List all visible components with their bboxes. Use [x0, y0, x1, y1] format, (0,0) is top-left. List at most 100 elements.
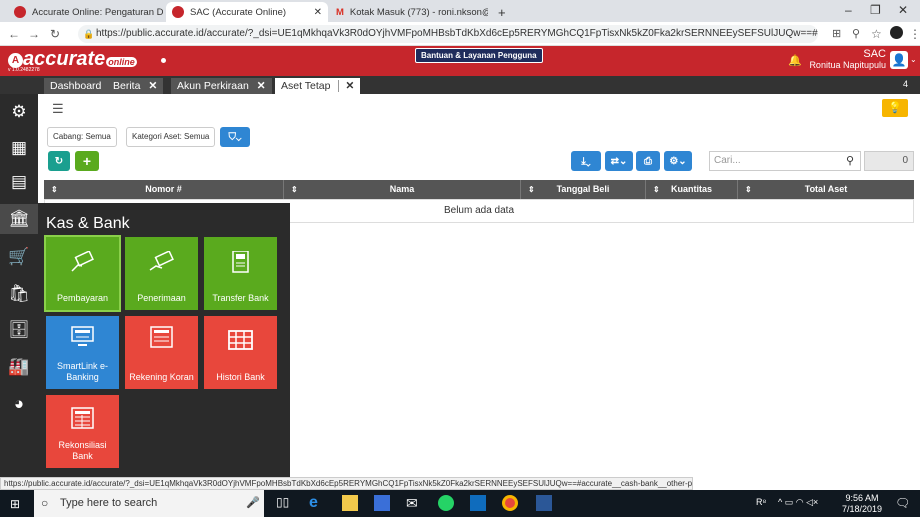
app-header: Aaccurate online v 1.0.2482278 Bantuan & … — [0, 46, 920, 76]
tab-count[interactable]: 4 — [903, 79, 908, 89]
sort-icon: ⇕ — [291, 185, 298, 194]
search-input[interactable]: Cari... — [709, 151, 861, 171]
tab-dashboard[interactable]: Dashboard — [44, 78, 108, 94]
bell-icon[interactable]: 🔔 — [788, 54, 802, 67]
list-view-icon[interactable]: ☰ — [52, 101, 64, 117]
chrome-icon[interactable] — [502, 495, 518, 511]
close-icon[interactable]: ✕ — [257, 80, 266, 92]
menu-item-penerimaan[interactable]: Penerimaan — [125, 237, 198, 310]
filter-button[interactable]: ⛉⌄ — [220, 127, 250, 147]
gear-icon: ⚙⌄ — [669, 155, 687, 167]
sort-icon: ⇕ — [653, 185, 660, 194]
reconcile-icon — [71, 407, 94, 429]
close-icon[interactable]: ✕ — [148, 80, 157, 92]
print-button[interactable]: ⎙ — [636, 151, 660, 171]
microphone-icon[interactable]: 🎤 — [246, 490, 260, 517]
bookmark-star-icon[interactable]: ☆ — [871, 27, 882, 41]
user-name: Ronitua Napitupulu — [809, 60, 886, 70]
restore-icon[interactable]: ❐ — [870, 3, 881, 17]
column-nama[interactable]: ⇕ Nama — [284, 180, 521, 199]
shopping-cart-icon[interactable]: 🛒 — [8, 247, 29, 267]
menu-item-rekening-koran[interactable]: Rekening Koran — [125, 316, 198, 389]
store-icon[interactable] — [374, 495, 390, 511]
chevron-down-icon[interactable]: ⌄ — [910, 55, 917, 64]
receipt-hand-icon — [149, 251, 174, 271]
search-icon[interactable]: ⚲ — [846, 154, 854, 167]
lightbulb-button[interactable]: 💡 — [882, 99, 908, 117]
inventory-cabinet-icon[interactable]: 🗄 — [8, 320, 30, 340]
statement-icon — [150, 326, 173, 348]
minimize-icon[interactable]: – — [845, 3, 852, 17]
company-building-icon[interactable]: ▦ — [9, 138, 29, 158]
transfer-button[interactable]: ⇄⌄ — [605, 151, 633, 171]
tab-aset-tetap[interactable]: Aset Tetap ✕ — [275, 78, 361, 94]
new-tab-button[interactable]: + — [492, 2, 512, 22]
settings-gear-icon[interactable]: ⚙ — [9, 102, 29, 122]
left-sidebar: ⚙ ▦ ▤ 🏛 🛒 🛍 🗄 🏭 ◕ — [0, 94, 38, 477]
funnel-icon: ⛉⌄ — [228, 131, 242, 143]
user-avatar-icon[interactable]: 👤 — [890, 51, 908, 69]
ledger-icon[interactable]: ▤ — [9, 172, 29, 192]
close-icon[interactable]: ✕ — [338, 80, 355, 92]
forward-icon[interactable]: → — [28, 27, 40, 41]
browser-tab[interactable]: Accurate Online: Pengaturan Dat✕ — [8, 2, 163, 22]
menu-item-rekonsiliasi-bank[interactable]: Rekonsiliasi Bank — [46, 395, 119, 468]
help-button[interactable]: Bantuan & Layanan Pengguna — [415, 48, 543, 63]
reload-icon[interactable]: ↻ — [50, 27, 60, 41]
add-button[interactable]: + — [75, 151, 99, 171]
browser-tab-active[interactable]: SAC (Accurate Online) ✕ — [166, 2, 328, 22]
menu-item-pembayaran[interactable]: Pembayaran — [44, 235, 121, 312]
warehouse-icon[interactable]: 🏭 — [8, 357, 29, 377]
tab-berita[interactable]: Berita ✕ — [107, 78, 164, 94]
close-window-icon[interactable]: ✕ — [898, 3, 908, 17]
file-explorer-icon[interactable] — [342, 495, 358, 511]
sort-icon: ⇕ — [51, 185, 58, 194]
download-icon: ⤓⌄ — [581, 155, 591, 167]
settings-button[interactable]: ⚙⌄ — [664, 151, 692, 171]
download-button[interactable]: ⤓⌄ — [571, 151, 601, 171]
zoom-icon[interactable]: ⚲ — [852, 27, 860, 40]
url-field[interactable]: 🔒 https://public.accurate.id/accurate/?_d… — [78, 25, 818, 43]
user-block[interactable]: SAC Ronitua Napitupulu — [809, 49, 886, 71]
column-kuantitas[interactable]: ⇕ Kuantitas — [646, 180, 738, 199]
pie-chart-icon[interactable]: ◕ — [9, 394, 29, 414]
translate-icon[interactable]: ⊞ — [832, 27, 841, 40]
menu-item-histori-bank[interactable]: Histori Bank — [204, 316, 277, 389]
whatsapp-icon[interactable] — [438, 495, 454, 511]
address-bar-row: ← → ↻ 🔒 https://public.accurate.id/accura… — [0, 22, 920, 46]
people-icon[interactable]: R⁸ — [756, 497, 766, 507]
tab-akun-perkiraan[interactable]: Akun Perkiraan ✕ — [171, 78, 272, 94]
back-icon[interactable]: ← — [8, 27, 20, 41]
extension-icon[interactable] — [890, 26, 903, 39]
notification-icon[interactable]: 🗨 — [895, 496, 910, 510]
column-tanggal-beli[interactable]: ⇕ Tanggal Beli — [521, 180, 646, 199]
accurate-favicon-icon — [14, 6, 26, 18]
close-icon[interactable]: ✕ — [308, 7, 322, 18]
mail-icon[interactable]: ✉ — [406, 495, 422, 511]
sort-icon: ⇕ — [528, 185, 535, 194]
taskbar-search-input[interactable]: ○ Type here to search 🎤 — [34, 490, 264, 517]
column-total-aset[interactable]: ⇕ Total Aset — [738, 180, 914, 199]
record-count: 0 — [864, 151, 914, 171]
edge-icon[interactable]: e — [309, 495, 325, 511]
cabang-filter[interactable]: Cabang: Semua — [47, 127, 117, 147]
task-view-icon[interactable]: ▯▯ — [276, 495, 292, 511]
more-menu-icon[interactable]: ⋮ — [909, 27, 920, 41]
kategori-aset-filter[interactable]: Kategori Aset: Semua — [126, 127, 216, 147]
browser-tab[interactable]: M Kotak Masuk (773) - roni.nkson@✕ — [330, 2, 488, 22]
outlook-icon[interactable] — [470, 495, 486, 511]
gmail-icon: M — [336, 6, 344, 18]
shopping-bag-icon[interactable]: 🛍 — [8, 284, 30, 304]
status-dot-icon — [161, 58, 166, 63]
menu-title: Kas & Bank — [46, 215, 130, 232]
windows-start-icon[interactable]: ⊞ — [10, 497, 20, 511]
column-nomor[interactable]: ⇕ Nomor # — [44, 180, 284, 199]
accurate-mark-icon: A — [8, 53, 23, 68]
word-icon[interactable] — [536, 495, 552, 511]
menu-item-smartlink-e-banking[interactable]: SmartLink e-Banking — [46, 316, 119, 389]
tray-icons[interactable]: ^ ▭ ◠ ◁× — [778, 497, 818, 508]
refresh-button[interactable]: ↻ — [48, 151, 70, 171]
menu-item-transfer-bank[interactable]: Transfer Bank — [204, 237, 277, 310]
cash-bank-icon[interactable]: 🏛 — [0, 204, 38, 234]
taskbar-clock[interactable]: 9:56 AM 7/18/2019 — [842, 493, 882, 515]
